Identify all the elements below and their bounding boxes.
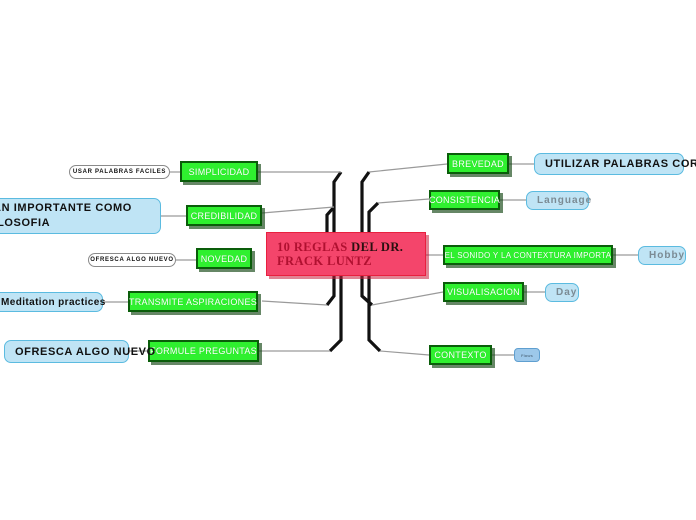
leaf-hobby[interactable]: Hobby [638, 246, 686, 265]
link-branch-aspiraciones [261, 300, 328, 306]
root-text-part-1: 10 REGLAS [277, 240, 352, 254]
branch-el-sonido-y-la-contextura-importa[interactable]: EL SONIDO Y LA CONTEXTURA IMPORTA [443, 245, 613, 265]
trunk-right-4 [360, 274, 374, 307]
link-branch-brevedad [368, 163, 448, 173]
leaf-label: OFRESCA ALGO NUEVO [90, 257, 174, 263]
branch-label: NOVEDAD [200, 253, 248, 264]
branch-credibilidad[interactable]: CREDIBILIDAD [186, 205, 262, 226]
leaf-label: Flaws [520, 352, 534, 358]
leaf-utilizar-palabras-cortas[interactable]: UTILIZAR PALABRAS CORTAS [534, 153, 696, 175]
branch-novedad[interactable]: NOVEDAD [196, 248, 252, 269]
leaf-flaws[interactable]: Flaws [514, 348, 540, 362]
branch-brevedad[interactable]: BREVEDAD [447, 153, 509, 174]
root-node[interactable]: 10 REGLAS DEL DR. FRACK LUNTZ [266, 232, 426, 276]
leaf-es-tan-importante-como-la-filosofia[interactable]: ES TAN IMPORTANTE COMO LA FILOSOFIA [0, 198, 161, 234]
root-line-2: FRACK LUNTZ [277, 254, 373, 268]
mindmap-canvas[interactable]: 10 REGLAS DEL DR. FRACK LUNTZ SIMPLICIDA… [0, 0, 696, 520]
leaf-label: Day [556, 287, 578, 298]
leaf-language[interactable]: Language [526, 191, 593, 210]
branch-label: EL SONIDO Y LA CONTEXTURA IMPORTA [444, 250, 612, 260]
leaf-label: USAR PALABRAS FACILES [72, 169, 167, 175]
link-branch-contexto [379, 350, 430, 356]
leaf-usar-palabras-faciles[interactable]: USAR PALABRAS FACILES [69, 165, 170, 179]
link-branch-credibilidad [261, 206, 335, 214]
leaf-label: Hobby [649, 250, 686, 261]
branch-consistencia[interactable]: CONSISTENCIA [429, 190, 500, 210]
leaf-label: ES TAN IMPORTANTE COMO LA FILOSOFIA [0, 202, 132, 229]
root-text-part-2: DEL DR. [351, 240, 404, 254]
leaf-day[interactable]: Day [545, 283, 579, 302]
branch-simplicidad[interactable]: SIMPLICIDAD [180, 161, 258, 182]
branch-label: TRANSMITE ASPIRACIONES [128, 296, 258, 307]
branch-label: BREVEDAD [452, 158, 504, 169]
link-branch-visualisacion [371, 291, 444, 306]
branch-label: VISUALISACION [447, 287, 520, 297]
branch-formule-preguntas[interactable]: FORMULE PREGUNTAS [148, 340, 259, 362]
root-line-1: 10 REGLAS DEL DR. [277, 240, 403, 254]
leaf-ofresca-algo-nuevo-blanco[interactable]: OFRESCA ALGO NUEVO [88, 253, 176, 267]
leaf-meditation-practices[interactable]: Meditation practices [0, 292, 106, 312]
trunk-left-3 [325, 274, 336, 306]
trunk-left-4 [328, 274, 343, 353]
branch-label: SIMPLICIDAD [188, 166, 250, 177]
branch-transmite-aspiraciones[interactable]: TRANSMITE ASPIRACIONES [128, 291, 258, 312]
leaf-label: OFRESCA ALGO NUEVO [15, 345, 156, 358]
branch-label: CREDIBILIDAD [190, 210, 258, 221]
branch-label: FORMULE PREGUNTAS [150, 346, 257, 356]
branch-label: CONTEXTO [434, 350, 487, 360]
leaf-ofresca-algo-nuevo-azul[interactable]: OFRESCA ALGO NUEVO [4, 340, 155, 363]
leaf-label: Meditation practices [1, 296, 106, 308]
trunk-right-5 [367, 274, 382, 353]
branch-label: CONSISTENCIA [428, 195, 501, 205]
leaf-label: UTILIZAR PALABRAS CORTAS [545, 158, 696, 170]
leaf-label: Language [537, 195, 593, 206]
link-branch-consistencia [377, 198, 430, 204]
branch-visualisacion[interactable]: VISUALISACION [443, 282, 524, 302]
branch-contexto[interactable]: CONTEXTO [429, 345, 492, 365]
